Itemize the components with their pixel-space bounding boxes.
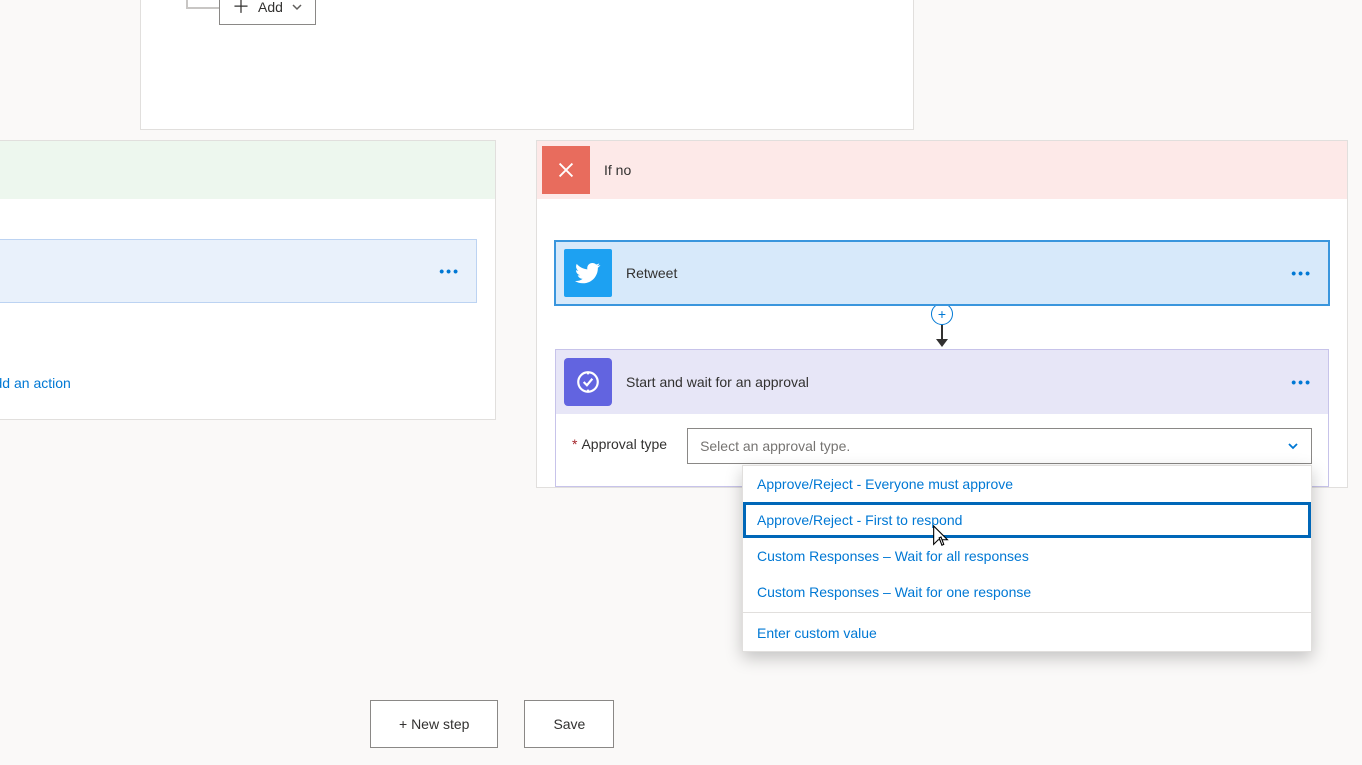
if-yes-card: ••• Add an action bbox=[0, 140, 496, 420]
tree-line bbox=[186, 0, 188, 7]
save-label: Save bbox=[553, 716, 585, 732]
add-label: Add bbox=[258, 0, 283, 15]
insert-step-button[interactable]: + bbox=[931, 303, 953, 325]
approval-type-select[interactable]: Select an approval type. bbox=[687, 428, 1312, 464]
more-menu-icon[interactable]: ••• bbox=[439, 263, 460, 279]
connector: + bbox=[537, 305, 1347, 347]
new-step-button[interactable]: + New step bbox=[370, 700, 498, 748]
chevron-down-icon bbox=[1287, 440, 1299, 452]
save-button[interactable]: Save bbox=[524, 700, 614, 748]
approval-type-label: Approval type bbox=[572, 428, 667, 452]
condition-card: toLower(... ✕ contains problem ＋ Add bbox=[140, 0, 914, 130]
plus-icon: ＋ bbox=[232, 0, 250, 16]
add-action-button[interactable]: Add an action bbox=[0, 373, 495, 393]
if-yes-header[interactable] bbox=[0, 141, 495, 199]
divider bbox=[743, 612, 1311, 613]
twitter-icon bbox=[564, 249, 612, 297]
if-no-card: If no Retweet ••• + Start and wait for a… bbox=[536, 140, 1348, 488]
chevron-down-icon bbox=[291, 1, 303, 13]
dropdown-enter-custom[interactable]: Enter custom value bbox=[743, 615, 1311, 651]
approval-header[interactable]: Start and wait for an approval ••• bbox=[556, 350, 1328, 414]
add-action-label: Add an action bbox=[0, 375, 71, 391]
tree-line bbox=[186, 7, 220, 9]
footer-actions: + New step Save bbox=[370, 700, 614, 748]
more-menu-icon[interactable]: ••• bbox=[1291, 265, 1312, 281]
yes-action-card[interactable]: ••• bbox=[0, 239, 477, 303]
approval-icon bbox=[564, 358, 612, 406]
dropdown-option[interactable]: Custom Responses – Wait for one response bbox=[743, 574, 1311, 610]
select-placeholder: Select an approval type. bbox=[700, 438, 850, 454]
approval-type-dropdown: Approve/Reject - Everyone must approve A… bbox=[742, 465, 1312, 652]
if-no-title: If no bbox=[604, 162, 631, 178]
close-icon bbox=[542, 146, 590, 194]
retweet-title: Retweet bbox=[626, 265, 677, 281]
if-no-header[interactable]: If no bbox=[537, 141, 1347, 199]
dropdown-option[interactable]: Approve/Reject - Everyone must approve bbox=[743, 466, 1311, 502]
dropdown-option[interactable]: Approve/Reject - First to respond bbox=[743, 502, 1311, 538]
new-step-label: + New step bbox=[399, 716, 469, 732]
approval-title: Start and wait for an approval bbox=[626, 374, 809, 390]
add-condition-button[interactable]: ＋ Add bbox=[219, 0, 316, 25]
retweet-action-card[interactable]: Retweet ••• bbox=[555, 241, 1329, 305]
dropdown-option[interactable]: Custom Responses – Wait for all response… bbox=[743, 538, 1311, 574]
more-menu-icon[interactable]: ••• bbox=[1291, 374, 1312, 390]
